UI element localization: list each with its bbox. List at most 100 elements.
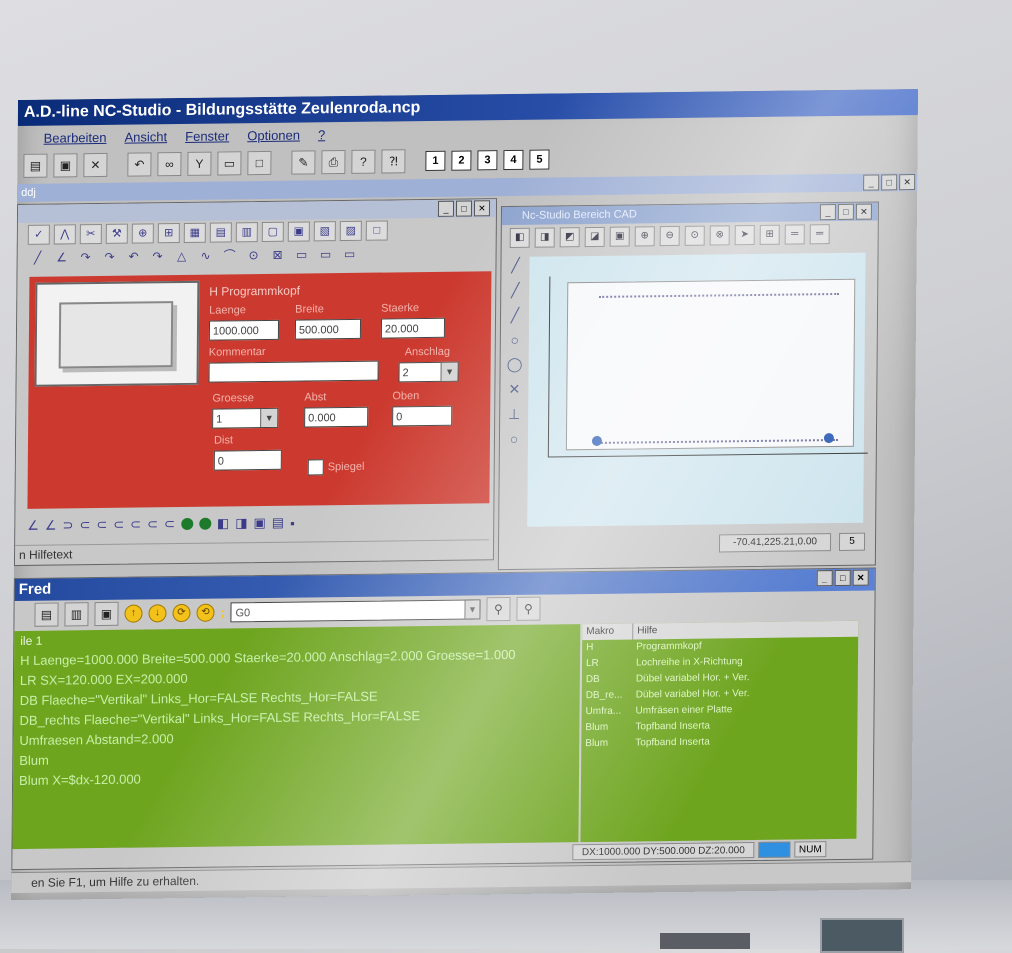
view-icon[interactable]: ◧: [509, 227, 530, 248]
rect-icon[interactable]: ▭: [316, 246, 336, 262]
breite-field[interactable]: 500.000: [294, 318, 362, 340]
groesse-select[interactable]: 1 ▼: [212, 407, 279, 429]
line-icon[interactable]: ╱: [28, 250, 48, 266]
view-1-button[interactable]: 1: [425, 150, 446, 172]
maximize-icon[interactable]: □: [837, 203, 854, 220]
zoom-out-icon[interactable]: ⊖: [659, 225, 680, 247]
maximize-icon[interactable]: □: [881, 174, 898, 191]
arc-icon[interactable]: ↷: [148, 248, 168, 264]
paste-icon[interactable]: ▥: [64, 602, 89, 627]
ruler-icon[interactable]: ═: [784, 224, 805, 245]
panel-icon[interactable]: ▤: [272, 515, 284, 531]
maximize-icon[interactable]: □: [834, 569, 851, 587]
tools-icon[interactable]: ✕: [83, 152, 108, 178]
circle-icon[interactable]: ◯: [505, 356, 525, 373]
triangle-icon[interactable]: △: [172, 248, 192, 264]
wave-icon[interactable]: ∿: [196, 248, 216, 264]
view-icon[interactable]: ◨: [534, 227, 555, 248]
window-icon[interactable]: □: [247, 150, 272, 176]
form-icon[interactable]: ▭: [217, 151, 242, 176]
help-icon[interactable]: ?: [351, 149, 376, 174]
pen-icon[interactable]: ✎: [291, 150, 316, 175]
circle-icon[interactable]: ○: [505, 332, 525, 348]
panel-icon[interactable]: ▣: [287, 221, 310, 242]
menu-ansicht[interactable]: Ansicht: [124, 126, 167, 149]
step-back-icon[interactable]: ⟲: [196, 603, 215, 622]
box-icon[interactable]: ⊠: [268, 247, 288, 263]
print-icon[interactable]: ⎙: [321, 149, 346, 175]
zoom-fit-icon[interactable]: ⊗: [709, 225, 730, 246]
binoculars-icon[interactable]: ∞: [157, 152, 182, 177]
arc-icon[interactable]: ↷: [76, 249, 96, 265]
panel-icon[interactable]: ▪: [290, 515, 295, 530]
clipboard-icon[interactable]: ▣: [94, 601, 119, 627]
panel-icon[interactable]: ▧: [313, 221, 336, 242]
column-header-hilfe[interactable]: Hilfe: [633, 623, 657, 639]
menu-help[interactable]: ?: [318, 124, 325, 146]
replace-icon[interactable]: ⚲: [516, 596, 541, 621]
panel-icon[interactable]: □: [365, 220, 388, 241]
green-dot-icon[interactable]: [198, 517, 211, 530]
target-icon[interactable]: ⊙: [244, 247, 264, 263]
layer-icon[interactable]: ◨: [235, 515, 247, 531]
curve-icon[interactable]: ⌒: [220, 247, 240, 263]
chevron-down-icon[interactable]: ▼: [464, 600, 480, 619]
minimize-icon[interactable]: _: [437, 200, 455, 217]
filter-icon[interactable]: Y: [187, 151, 212, 176]
menu-fenster[interactable]: Fenster: [185, 125, 229, 148]
oben-field[interactable]: 0: [392, 405, 453, 427]
arc-icon[interactable]: ⊂: [164, 516, 175, 532]
panel-icon[interactable]: ▨: [339, 220, 362, 242]
view-icon[interactable]: ◩: [559, 227, 580, 248]
close-icon[interactable]: ✕: [852, 569, 869, 586]
angle-icon[interactable]: ∠: [45, 518, 57, 534]
dist-field[interactable]: 0: [213, 449, 282, 471]
grid-icon[interactable]: ⊞: [759, 224, 780, 245]
scissors-icon[interactable]: ✂: [79, 223, 102, 245]
abst-field[interactable]: 0.000: [304, 406, 369, 428]
view-3-button[interactable]: 3: [477, 150, 498, 171]
find-icon[interactable]: ⚲: [486, 596, 511, 622]
context-help-icon[interactable]: ⁈: [381, 149, 406, 174]
arc-icon[interactable]: ⊂: [113, 517, 124, 533]
arc-icon[interactable]: ↶: [124, 248, 144, 264]
arrow-up-icon[interactable]: ↑: [124, 604, 143, 623]
undo-icon[interactable]: ↶: [127, 152, 152, 177]
help-row[interactable]: Blum Topfband Inserta: [581, 733, 857, 752]
line-icon[interactable]: ╱: [505, 257, 525, 274]
gcode-combo[interactable]: G0 ▼: [230, 599, 481, 623]
laenge-field[interactable]: 1000.000: [208, 319, 280, 341]
arc-icon[interactable]: ⊂: [96, 517, 107, 533]
code-editor[interactable]: ile 1 H Laenge=1000.000 Breite=500.000 S…: [12, 624, 581, 850]
column-header-makro[interactable]: Makro: [582, 623, 634, 641]
panel-icon[interactable]: ▤: [209, 222, 232, 243]
close-icon[interactable]: ✕: [473, 200, 491, 217]
panel-icon[interactable]: ▣: [253, 515, 265, 531]
pointer-icon[interactable]: ➤: [734, 225, 755, 246]
staerke-field[interactable]: 20.000: [380, 317, 446, 339]
view-icon[interactable]: ▣: [609, 226, 630, 247]
arrow-down-icon[interactable]: ↓: [148, 604, 167, 623]
copy-icon[interactable]: ▤: [34, 602, 59, 627]
trim-icon[interactable]: ⋀: [53, 224, 76, 245]
panel-icon[interactable]: ▦: [183, 222, 206, 243]
circle-icon[interactable]: ○: [504, 431, 524, 447]
minimize-icon[interactable]: _: [816, 570, 833, 587]
maximize-icon[interactable]: □: [455, 200, 473, 217]
open-icon[interactable]: ▤: [23, 153, 48, 178]
view-2-button[interactable]: 2: [451, 150, 472, 171]
ruler-icon[interactable]: ═: [809, 224, 830, 245]
chevron-down-icon[interactable]: ▼: [260, 408, 278, 428]
view-4-button[interactable]: 4: [503, 149, 524, 171]
line-icon[interactable]: ╱: [505, 282, 525, 299]
spiegel-checkbox[interactable]: [307, 459, 324, 476]
layer-icon[interactable]: ◧: [217, 515, 229, 531]
arc-icon[interactable]: ↷: [100, 249, 120, 265]
arc-icon[interactable]: ⊂: [147, 516, 158, 532]
arc-icon[interactable]: ⊂: [130, 517, 141, 533]
arc-icon[interactable]: ⊃: [63, 517, 74, 533]
grid-icon[interactable]: ⊞: [157, 223, 180, 244]
arc-icon[interactable]: ⊂: [79, 517, 90, 533]
cad-canvas[interactable]: [527, 252, 868, 527]
step-icon[interactable]: ⟳: [172, 603, 191, 623]
